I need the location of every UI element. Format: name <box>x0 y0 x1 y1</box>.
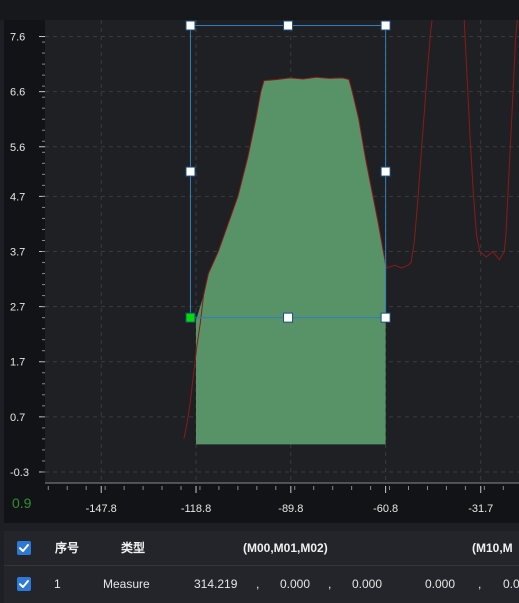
x-tick-label: -60.8 <box>373 503 398 515</box>
y-tick-label: 3.7 <box>10 247 25 259</box>
header-m00-group: (M00,M01,M02) <box>243 541 328 555</box>
y-tick-label: 2.7 <box>10 302 25 314</box>
x-tick-label: -118.8 <box>181 503 211 515</box>
chart-panel[interactable]: 7.6 6.6 5.6 4.7 3.7 2.7 1.7 0.7 -0.3 -147.8 -118.8… <box>4 20 519 523</box>
row-m02: 0.000 <box>352 577 383 591</box>
results-table: 序号 类型 (M00,M01,M02) (M10,M 1 Measure 314… <box>4 531 519 603</box>
row-sep-1: , <box>256 577 260 591</box>
select-all-checkbox[interactable] <box>17 541 31 555</box>
row-m00: 314.219 <box>194 577 238 591</box>
y-tick-label: 0.7 <box>10 412 25 424</box>
y-tick-label: 1.7 <box>10 357 25 369</box>
header-index: 序号 <box>55 541 80 555</box>
y-tick-label: 6.6 <box>10 87 25 99</box>
row-index: 1 <box>54 577 61 591</box>
x-tick-label: -89.8 <box>278 503 303 515</box>
y-tick-label: 7.6 <box>10 32 25 44</box>
selection-handle-bottom-right[interactable] <box>380 312 391 323</box>
row-m11: 0.0 <box>503 577 519 591</box>
corner-value-label: 0.9 <box>12 495 32 511</box>
check-icon <box>19 580 29 588</box>
y-tick-label: -0.3 <box>10 467 29 479</box>
x-tick-label: -147.8 <box>86 503 117 515</box>
row-m01: 0.000 <box>280 577 311 591</box>
selection-handle-bottom-left[interactable] <box>185 312 196 323</box>
x-tick-label: -31.7 <box>468 503 493 515</box>
row-type: Measure <box>103 577 150 591</box>
selection-handle-top-left[interactable] <box>185 20 196 31</box>
y-tick-label: 5.6 <box>10 142 25 154</box>
row-sep-2: , <box>328 577 332 591</box>
selection-handle-bottom-middle[interactable] <box>283 312 294 323</box>
row-checkbox[interactable] <box>17 577 31 591</box>
y-tick-label: 4.7 <box>10 191 25 203</box>
selection-handle-top-middle[interactable] <box>283 20 294 31</box>
selection-handle-top-right[interactable] <box>380 20 391 31</box>
table-row[interactable]: 1 Measure 314.219 , 0.000 , 0.000 0.000 … <box>4 567 519 601</box>
table-header-row: 序号 类型 (M00,M01,M02) (M10,M <box>4 531 519 566</box>
row-sep-3: , <box>478 577 482 591</box>
header-m10-group: (M10,M <box>472 541 513 555</box>
selection-handle-middle-right[interactable] <box>380 166 391 177</box>
header-type: 类型 <box>121 541 146 555</box>
measurement-chart[interactable]: 7.6 6.6 5.6 4.7 3.7 2.7 1.7 0.7 -0.3 -147.8 -118.8… <box>4 20 519 523</box>
check-icon <box>19 544 29 552</box>
top-bar <box>0 0 519 20</box>
selection-handle-middle-left[interactable] <box>185 166 196 177</box>
row-m10: 0.000 <box>425 577 456 591</box>
